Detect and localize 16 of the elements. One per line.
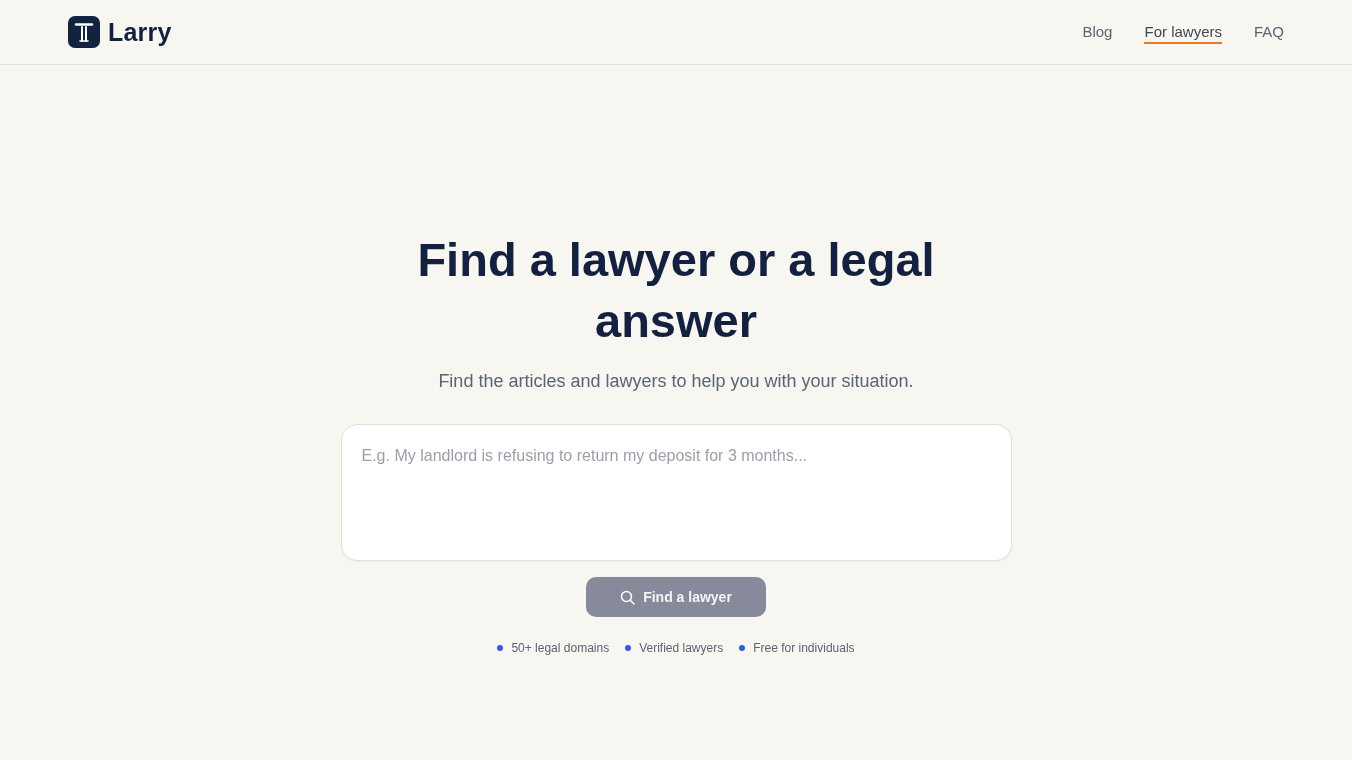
page-heading: Find a lawyer or a legal answer <box>416 232 936 349</box>
search-icon <box>620 589 636 605</box>
nav-link[interactable]: For lawyers <box>1144 20 1222 44</box>
feature-label: 50+ legal domains <box>511 641 610 655</box>
bullet-dot-icon <box>739 645 746 651</box>
logo-text: Larry <box>108 17 172 47</box>
nav-link[interactable]: FAQ <box>1254 20 1284 44</box>
logo-icon <box>68 16 100 48</box>
bullet-dot-icon <box>497 645 504 651</box>
page-subtitle: Find the articles and lawyers to help you with your situation. <box>438 371 914 392</box>
question-input-field[interactable]: E.g. My landlord is refusing to return my deposit for 3 months... <box>340 424 1012 561</box>
bullet-dot-icon <box>625 645 632 651</box>
feature-label: Verified lawyers <box>639 641 724 655</box>
feature-label: Free for individuals <box>753 641 855 655</box>
nav-link[interactable]: Blog <box>1082 20 1113 44</box>
logo-link[interactable]: Larry <box>68 16 172 48</box>
